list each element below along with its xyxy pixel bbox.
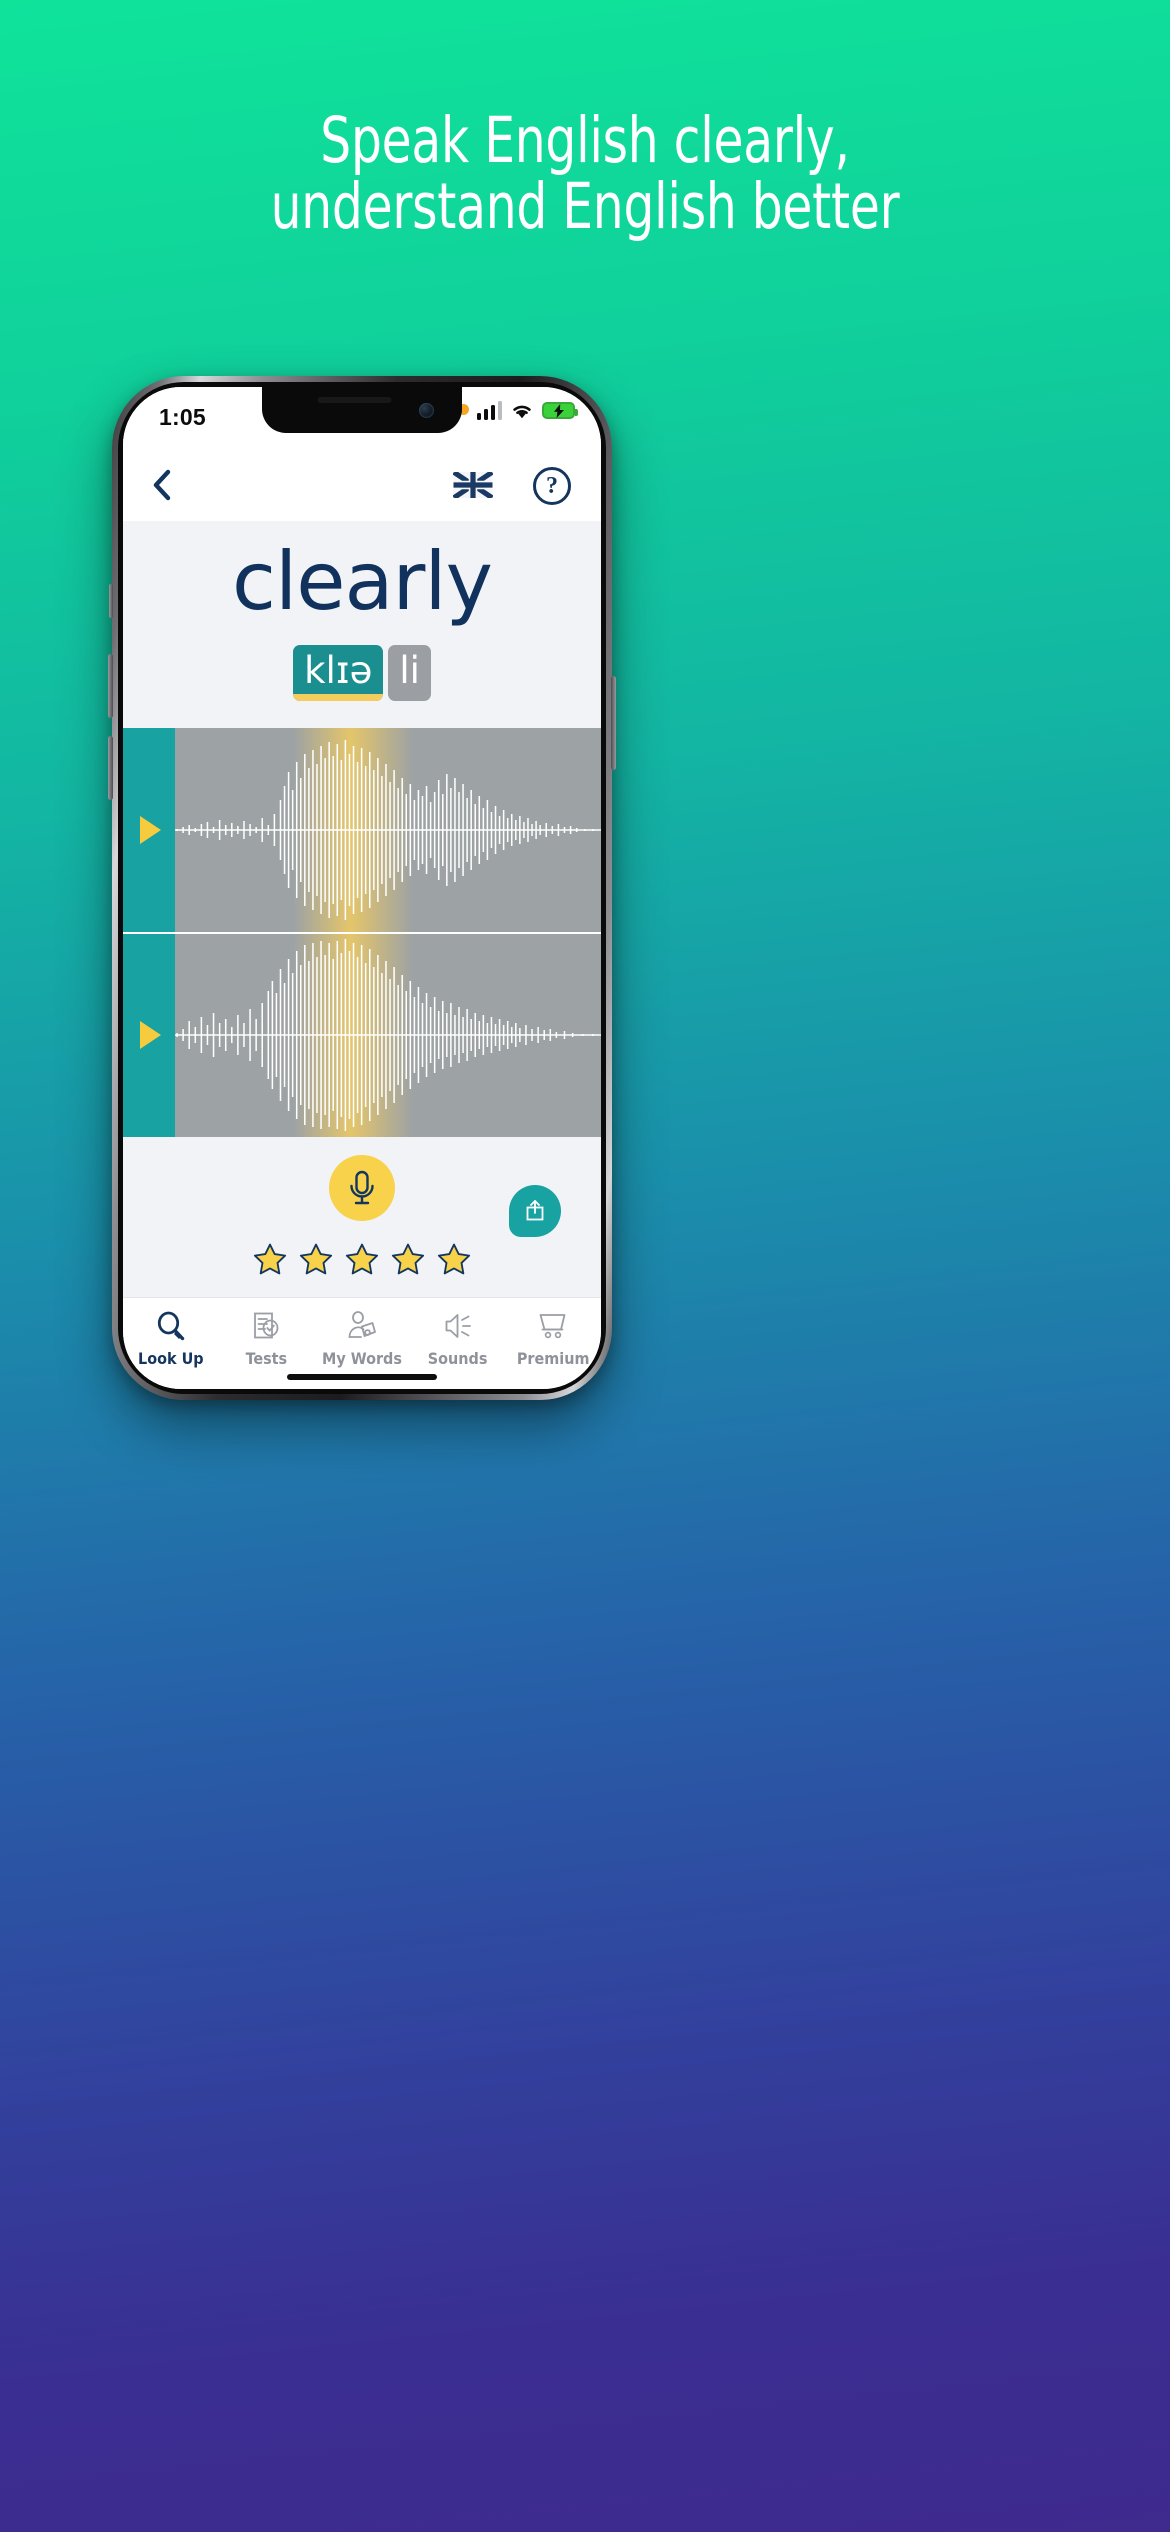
record-panel [123,1137,601,1319]
mute-switch[interactable] [109,584,113,618]
promo-headline: Speak English clearly, understand Englis… [82,108,1088,240]
waveform-divider [123,932,601,934]
wifi-icon [513,405,531,419]
help-button[interactable]: ? [533,467,571,505]
front-camera [419,403,434,418]
shopping-cart-icon [538,1309,568,1343]
earpiece-speaker [317,397,392,403]
signal-bars-icon [476,401,502,420]
word-title: clearly [232,535,493,628]
headline-line-1: Speak English clearly, [320,104,850,177]
volume-up-button[interactable] [108,654,113,718]
home-indicator[interactable] [287,1374,437,1380]
tab-look-up[interactable]: Look Up [123,1298,219,1389]
syllable-chip-stressed[interactable]: klɪə [293,645,384,701]
tab-label: Premium [516,1349,590,1368]
star-icon-2[interactable] [299,1242,333,1276]
word-panel: clearly klɪə li [123,521,601,728]
star-icon-3[interactable] [345,1242,379,1276]
tab-label: Look Up [138,1349,204,1368]
volume-down-button[interactable] [108,736,113,800]
app-nav-bar: ? [123,449,601,521]
notch [262,387,462,433]
tab-label: Sounds [427,1349,488,1368]
uk-flag-icon[interactable] [453,472,493,498]
speaker-icon [443,1309,473,1343]
star-icon-4[interactable] [391,1242,425,1276]
headline-line-2: understand English better [270,170,900,243]
share-button[interactable] [509,1185,561,1237]
record-button[interactable] [329,1155,395,1221]
battery-charging-icon [542,402,578,419]
phonetic-transcription: klɪə li [123,645,601,701]
status-time: 1:05 [159,404,206,430]
waveform-reference-graphic [175,740,601,920]
phone-screen: 1:05 ? clearly klɪə li Look Up Tests My … [123,387,601,1389]
status-icons [458,401,578,420]
status-bar: 1:05 [123,387,601,449]
share-icon [526,1200,544,1221]
tab-label: Tests [245,1349,288,1368]
power-button[interactable] [611,676,616,770]
waveform-user-graphic [175,939,601,1131]
tab-label: My Words [322,1349,402,1368]
chevron-left-icon[interactable] [145,467,179,503]
waveform-reference[interactable] [123,728,601,932]
star-icon-5[interactable] [437,1242,471,1276]
play-reference-button[interactable] [123,728,175,932]
play-icon [140,1021,161,1049]
play-icon [140,816,161,844]
microphone-icon [350,1170,374,1205]
magnifier-icon [156,1309,186,1343]
syllable-chip-unstressed[interactable]: li [388,645,431,701]
tab-premium[interactable]: Premium [505,1298,601,1389]
phone-mockup: 1:05 ? clearly klɪə li Look Up Tests My … [108,376,616,1402]
play-user-button[interactable] [123,933,175,1137]
waveform-user[interactable] [123,933,601,1137]
person-reading-icon [347,1309,377,1343]
rating-stars [123,1242,601,1276]
star-icon-1[interactable] [253,1242,287,1276]
document-check-icon [251,1309,281,1343]
